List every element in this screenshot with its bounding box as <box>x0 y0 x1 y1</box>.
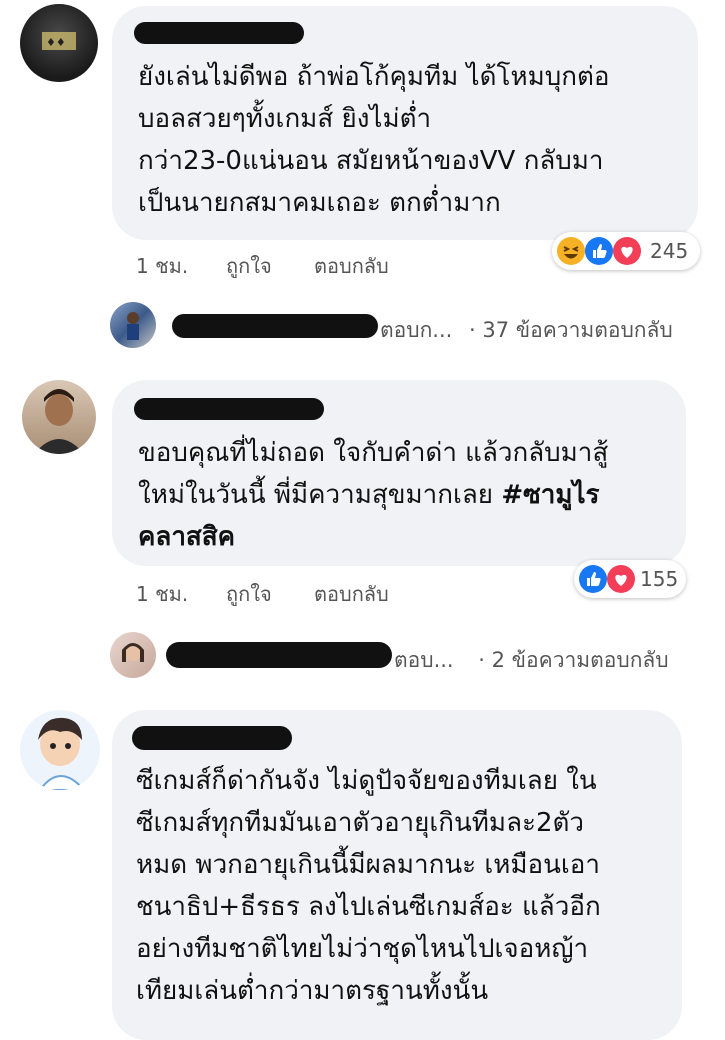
like-link[interactable]: ถูกใจ <box>226 250 272 282</box>
redacted-username <box>132 726 292 750</box>
person-photo-icon <box>34 389 84 454</box>
commenter-avatar[interactable] <box>22 380 96 454</box>
reply-count: · 37 ข้อความตอบกลับ <box>469 318 673 342</box>
comment-time[interactable]: 1 ชม. <box>136 250 188 282</box>
person-silhouette-icon: ♦♦ <box>42 32 76 50</box>
person-photo-icon <box>122 643 144 662</box>
hashtag-link[interactable]: #ซามูไร <box>501 480 599 510</box>
love-reaction-icon <box>607 565 635 593</box>
cartoon-character-icon <box>38 717 86 790</box>
redacted-username <box>134 398 324 420</box>
haha-reaction-icon <box>557 237 585 265</box>
reply-link[interactable]: ตอบกลับ <box>314 250 389 282</box>
comment-time[interactable]: 1 ชม. <box>136 578 188 610</box>
commenter-avatar[interactable] <box>20 710 100 790</box>
runner-photo-icon <box>127 312 139 340</box>
love-reaction-icon <box>613 237 641 265</box>
replier-avatar[interactable] <box>110 302 156 348</box>
comment-text: ยังเล่นไม่ดีพอ ถ้าพ่อโก้คุมทีม ได้โหมบุก… <box>138 62 610 218</box>
hashtag-link-continued[interactable]: คลาสสิค <box>138 516 608 558</box>
view-replies-link[interactable]: ตอบ... · 2 ข้อความตอบกลับ <box>394 644 669 677</box>
reply-preview: ตอบ... <box>394 648 454 672</box>
like-reaction-icon <box>579 565 607 593</box>
reply-count: · 2 ข้อความตอบกลับ <box>478 648 669 672</box>
reaction-count: 245 <box>650 239 689 263</box>
redacted-username <box>166 642 392 668</box>
commenter-avatar[interactable]: ♦♦ <box>20 4 98 82</box>
like-reaction-icon <box>585 237 613 265</box>
view-replies-link[interactable]: ตอบก... · 37 ข้อความตอบกลับ <box>380 314 673 347</box>
reply-preview: ตอบก... <box>380 318 453 342</box>
reaction-summary[interactable]: 155 <box>574 560 686 598</box>
replier-avatar[interactable] <box>110 632 156 678</box>
redacted-username <box>172 314 378 338</box>
comment-text: ซีเกมส์ก็ด่ากันจัง ไม่ดูปัจจัยของทีมเลย … <box>136 766 601 1006</box>
svg-text:♦♦: ♦♦ <box>46 36 66 49</box>
like-link[interactable]: ถูกใจ <box>226 578 272 610</box>
reaction-count: 155 <box>640 567 679 591</box>
reply-link[interactable]: ตอบกลับ <box>314 578 389 610</box>
reaction-summary[interactable]: 245 <box>552 232 700 270</box>
redacted-username <box>134 22 304 44</box>
comment-text: ขอบคุณที่ไม่ถอด ใจกับคำด่า แล้วกลับมาสู้… <box>138 432 608 558</box>
